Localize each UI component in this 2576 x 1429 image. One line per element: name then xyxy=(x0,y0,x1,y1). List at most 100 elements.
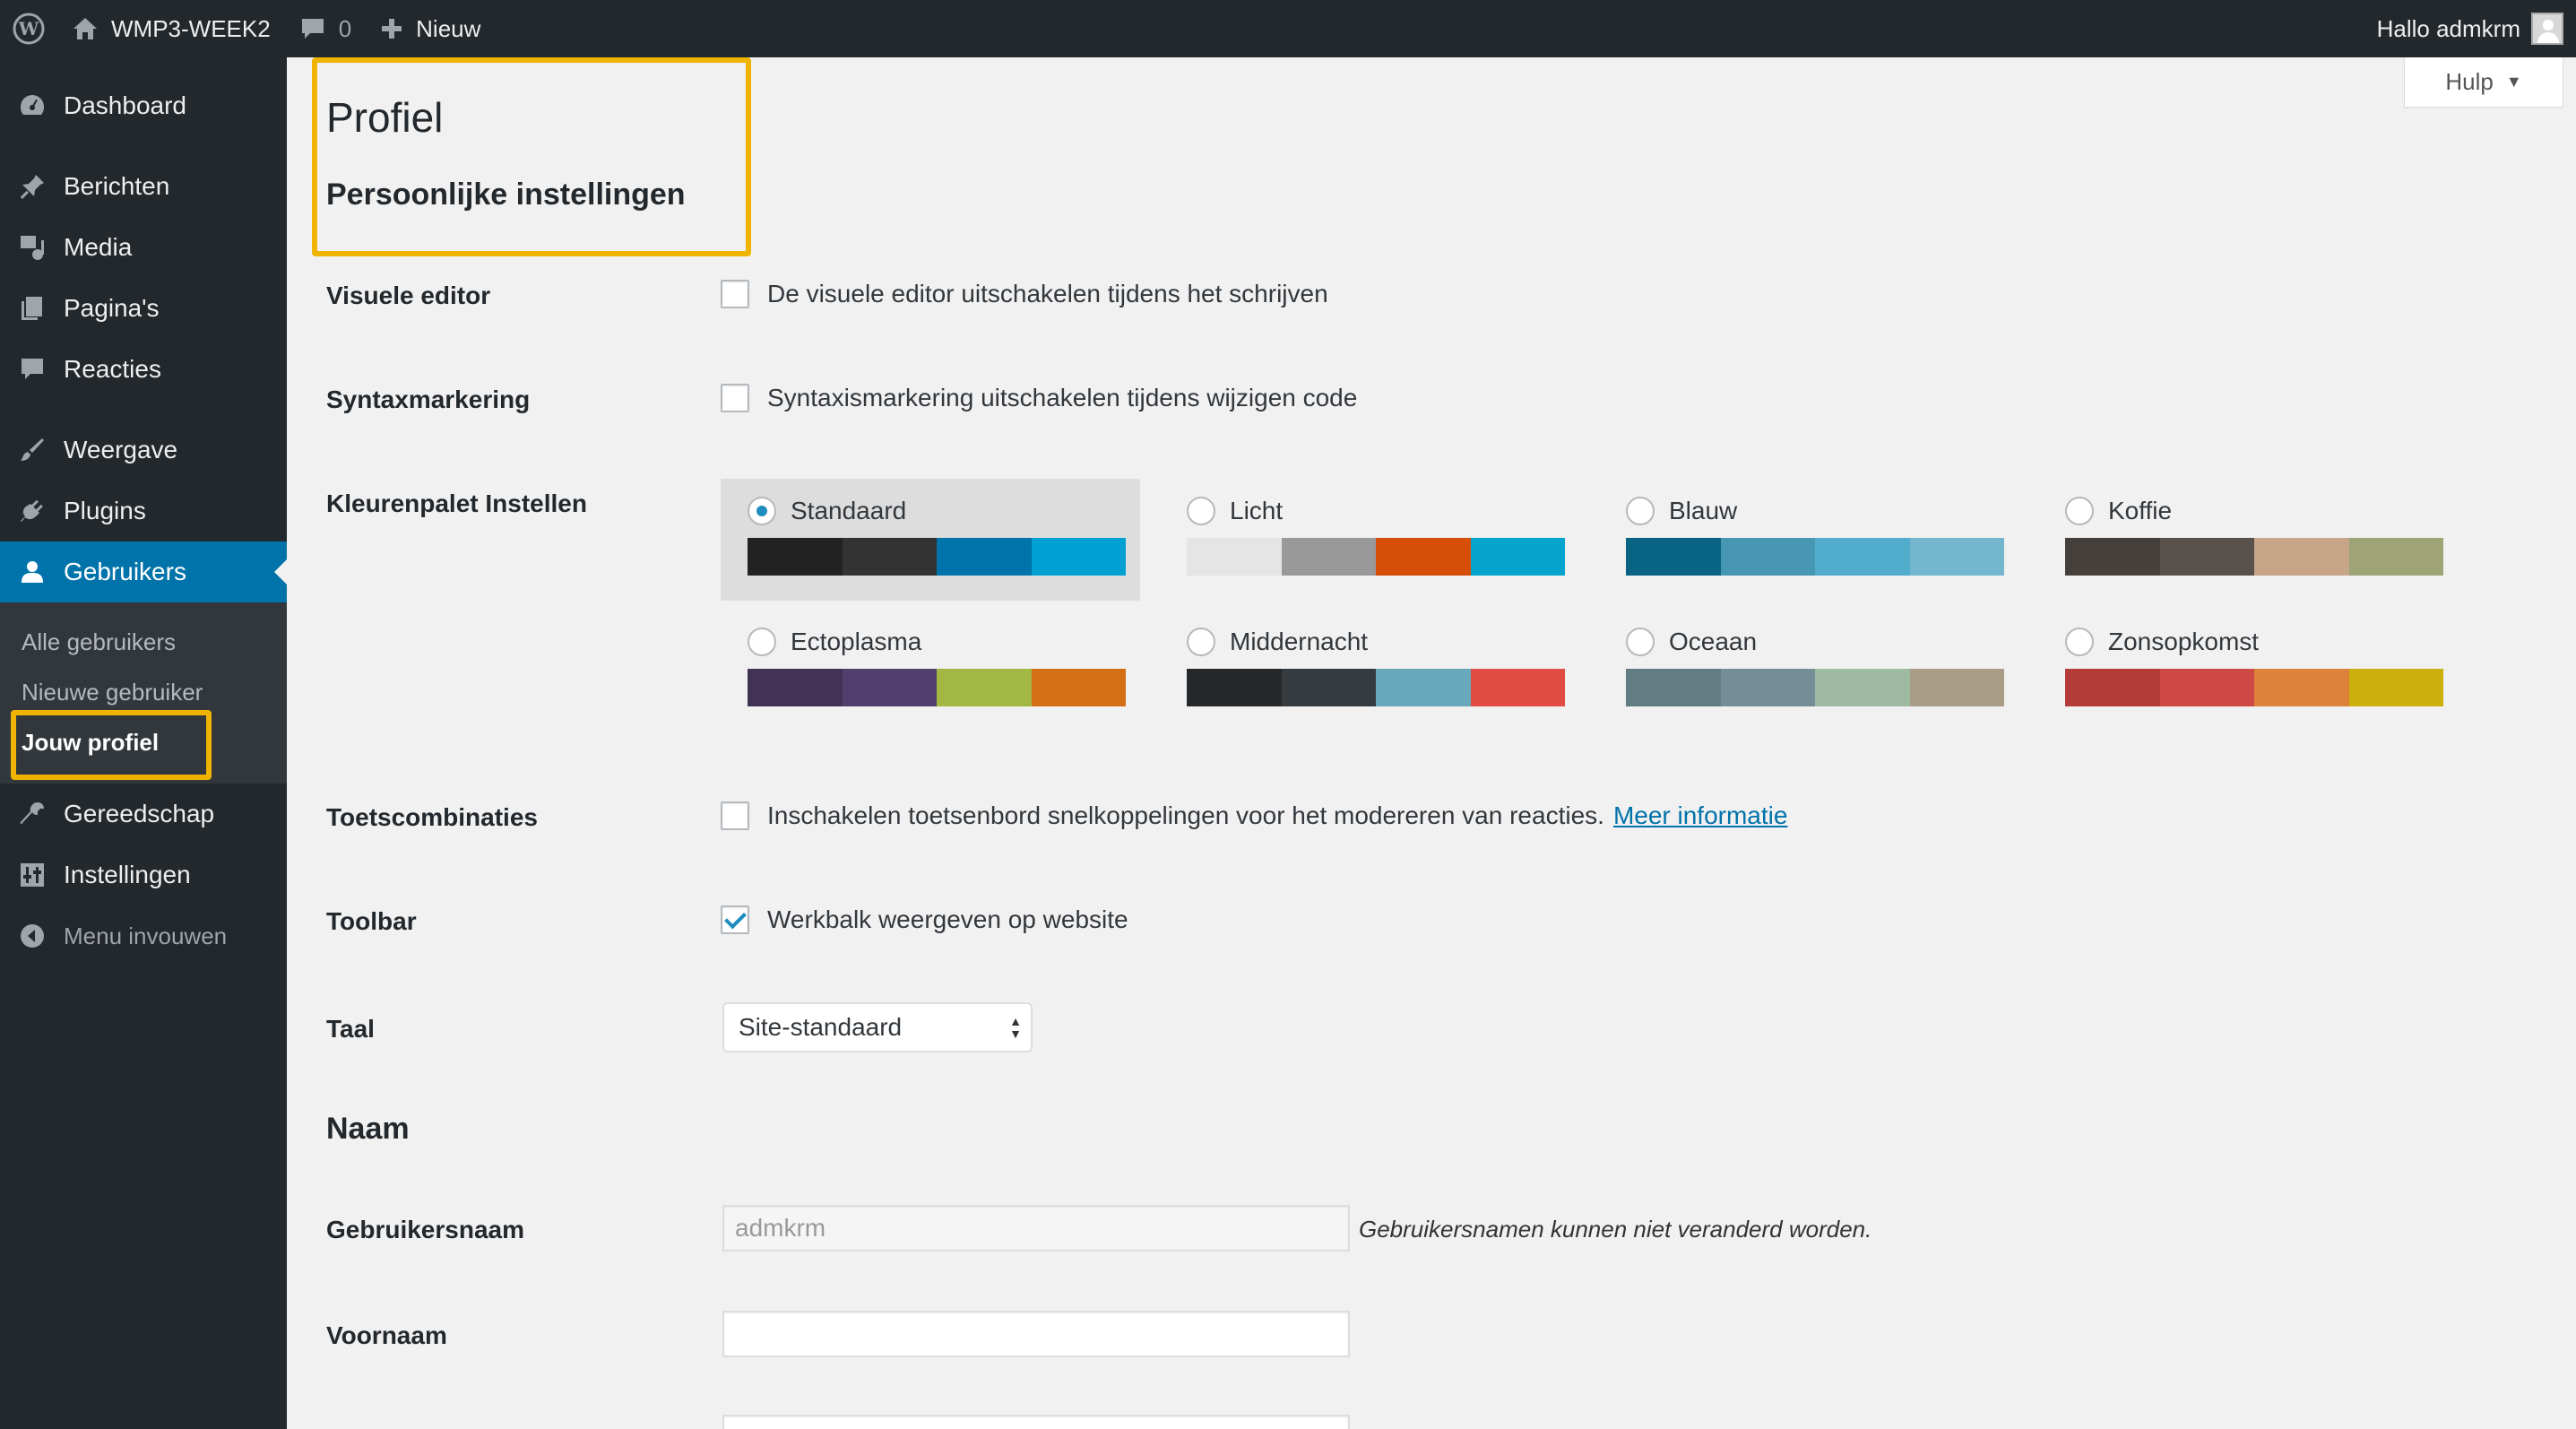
color-scheme-radio[interactable] xyxy=(1626,628,1655,656)
color-scheme-radio[interactable] xyxy=(1187,628,1215,656)
my-account-link[interactable]: Hallo admkrm xyxy=(2363,0,2576,57)
shortcuts-label: Toetscombinaties xyxy=(326,803,538,831)
sidebar-item-label: Gereedschap xyxy=(64,800,215,827)
greeting: Hallo admkrm xyxy=(2376,14,2520,42)
submenu-item-all-users[interactable]: Alle gebruikers xyxy=(0,617,287,667)
sidebar-item-plugins[interactable]: Plugins xyxy=(0,481,287,541)
submenu-item-your-profile[interactable]: Jouw profiel xyxy=(0,717,287,767)
color-swatch xyxy=(2348,538,2443,576)
color-swatches xyxy=(1187,669,1565,706)
sidebar-item-berichten[interactable]: Berichten xyxy=(0,156,287,217)
users-icon xyxy=(16,556,48,588)
next-field[interactable] xyxy=(722,1415,1350,1429)
shortcuts-option-label: Inschakelen toetsenbord snelkoppelingen … xyxy=(767,801,1604,829)
sidebar-item-gereedschap[interactable]: Gereedschap xyxy=(0,784,287,844)
username-field[interactable]: admkrm xyxy=(722,1205,1350,1251)
menu-separator xyxy=(0,136,287,156)
sidebar-item-gebruikers[interactable]: Gebruikers xyxy=(0,541,287,602)
color-scheme-label: Standaard xyxy=(748,497,906,525)
color-swatch xyxy=(842,669,937,706)
toolbar-label: Toolbar xyxy=(326,907,417,935)
color-swatch xyxy=(1031,538,1126,576)
color-swatches xyxy=(1626,669,2004,706)
sidebar-item-label: Plugins xyxy=(64,497,146,524)
wordpress-logo-icon[interactable]: W xyxy=(0,0,57,57)
color-scheme-option[interactable]: Oceaan xyxy=(1599,610,2018,732)
color-swatch xyxy=(937,669,1032,706)
shortcuts-row: Inschakelen toetsenbord snelkoppelingen … xyxy=(721,801,1787,830)
page-title: Profiel xyxy=(326,94,444,141)
color-scheme-label: Licht xyxy=(1187,497,1283,525)
language-select[interactable]: Site-standaard ▲ ▼ xyxy=(722,1002,1033,1052)
firstname-field[interactable] xyxy=(722,1311,1350,1357)
more-info-link[interactable]: Meer informatie xyxy=(1613,801,1788,830)
color-scheme-option[interactable]: Standaard xyxy=(721,479,1140,601)
collapse-menu-button[interactable]: Menu invouwen xyxy=(0,905,287,966)
dashboard-icon xyxy=(16,90,48,122)
shortcuts-checkbox[interactable] xyxy=(721,801,749,830)
color-swatch xyxy=(1626,538,1721,576)
sidebar-item-instellingen[interactable]: Instellingen xyxy=(0,844,287,905)
sidebar-item-paginas[interactable]: Pagina's xyxy=(0,278,287,339)
new-content-link[interactable]: Nieuw xyxy=(366,0,495,57)
users-submenu: Alle gebruikers Nieuwe gebruiker Jouw pr… xyxy=(0,602,287,784)
color-scheme-option[interactable]: Licht xyxy=(1160,479,1579,601)
submenu-item-new-user[interactable]: Nieuwe gebruiker xyxy=(0,667,287,717)
color-swatch xyxy=(2254,669,2349,706)
toolbar-checkbox[interactable] xyxy=(721,905,749,934)
color-swatches xyxy=(748,669,1126,706)
color-scheme-option[interactable]: Koffie xyxy=(2038,479,2458,601)
sidebar-item-media[interactable]: Media xyxy=(0,217,287,278)
color-scheme-option[interactable]: Middernacht xyxy=(1160,610,1579,732)
color-swatch xyxy=(1376,669,1471,706)
syntax-row: Syntaxismarkering uitschakelen tijdens w… xyxy=(721,384,1357,412)
settings-icon xyxy=(16,859,48,891)
visual-editor-option-label: De visuele editor uitschakelen tijdens h… xyxy=(767,280,1328,307)
color-scheme-option[interactable]: Ectoplasma xyxy=(721,610,1140,732)
color-swatch xyxy=(2159,538,2254,576)
sidebar-item-label: Reacties xyxy=(64,355,161,383)
color-scheme-label: Oceaan xyxy=(1626,628,1757,656)
color-scheme-label: Zonsopkomst xyxy=(2065,628,2259,656)
brush-icon xyxy=(16,434,48,466)
new-label: Nieuw xyxy=(416,14,481,42)
sidebar-item-dashboard[interactable]: Dashboard xyxy=(0,75,287,136)
wrench-icon xyxy=(16,798,48,830)
svg-text:W: W xyxy=(18,18,39,39)
color-swatch xyxy=(1815,669,1910,706)
help-label: Hulp xyxy=(2445,68,2494,95)
help-button[interactable]: Hulp ▼ xyxy=(2404,57,2563,108)
color-swatch xyxy=(748,669,843,706)
color-scheme-name: Middernacht xyxy=(1230,628,1369,655)
toolbar-row: Werkbalk weergeven op website xyxy=(721,905,1128,934)
color-scheme-radio[interactable] xyxy=(748,497,776,525)
color-scheme-radio[interactable] xyxy=(748,628,776,656)
sidebar-item-weergave[interactable]: Weergave xyxy=(0,420,287,481)
sidebar-item-label: Pagina's xyxy=(64,294,160,322)
admin-sidebar: Dashboard Berichten Media Pagina's React… xyxy=(0,57,287,1429)
color-scheme-radio[interactable] xyxy=(1187,497,1215,525)
color-swatch xyxy=(1187,669,1282,706)
color-swatch xyxy=(1815,538,1910,576)
color-scheme-option[interactable]: Zonsopkomst xyxy=(2038,610,2458,732)
firstname-label: Voornaam xyxy=(326,1321,447,1349)
color-scheme-option[interactable]: Blauw xyxy=(1599,479,2018,601)
visual-editor-row: De visuele editor uitschakelen tijdens h… xyxy=(721,280,1328,308)
color-scheme-radio[interactable] xyxy=(1626,497,1655,525)
visual-editor-label: Visuele editor xyxy=(326,281,491,309)
color-scheme-radio[interactable] xyxy=(2065,628,2094,656)
sidebar-item-reacties[interactable]: Reacties xyxy=(0,339,287,400)
color-scheme-radio[interactable] xyxy=(2065,497,2094,525)
sidebar-item-label: Weergave xyxy=(64,436,178,463)
color-swatch xyxy=(2065,538,2160,576)
visual-editor-checkbox[interactable] xyxy=(721,280,749,308)
color-swatch xyxy=(1909,538,2004,576)
section-title-personal: Persoonlijke instellingen xyxy=(326,178,686,212)
comments-link[interactable]: 0 xyxy=(285,0,366,57)
color-swatch xyxy=(1187,538,1282,576)
sidebar-item-label: Gebruikers xyxy=(64,558,186,585)
site-name-link[interactable]: WMP3-WEEK2 xyxy=(57,0,285,57)
syntax-checkbox[interactable] xyxy=(721,384,749,412)
color-scheme-name: Zonsopkomst xyxy=(2108,628,2260,655)
syntax-label: Syntaxmarkering xyxy=(326,385,531,413)
